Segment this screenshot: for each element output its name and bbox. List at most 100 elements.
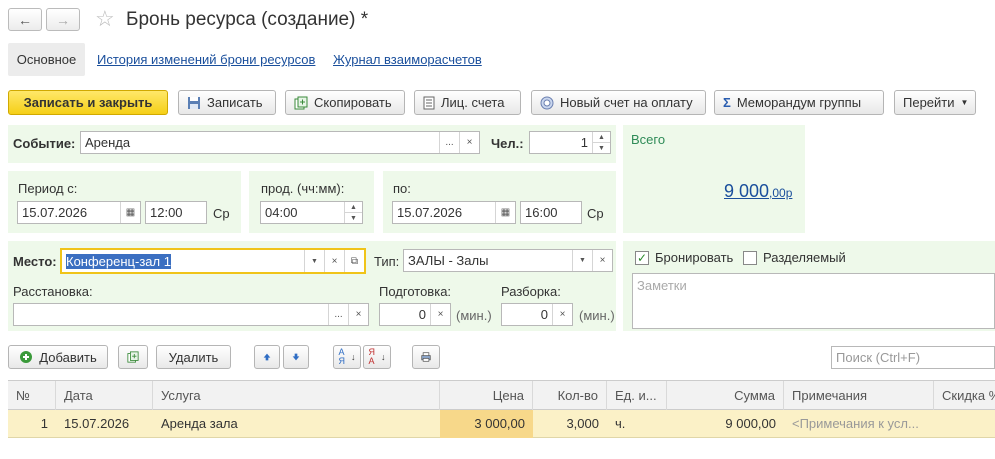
- type-label: Тип:: [374, 254, 400, 269]
- column-quantity[interactable]: Кол-во: [533, 381, 607, 411]
- page-title: Бронь ресурса (создание) *: [126, 9, 369, 30]
- period-from-time-field[interactable]: 12:00: [145, 201, 207, 224]
- move-down-button[interactable]: [283, 345, 309, 369]
- column-service[interactable]: Услуга: [153, 381, 440, 411]
- save-close-button[interactable]: Записать и закрыть: [8, 90, 168, 115]
- document-icon: [423, 96, 435, 109]
- calendar-icon[interactable]: ▦: [495, 202, 515, 223]
- column-sum[interactable]: Сумма: [667, 381, 784, 411]
- dropdown-arrow-icon: ▼: [960, 98, 969, 107]
- move-up-button[interactable]: [254, 345, 280, 369]
- print-icon: [421, 352, 431, 362]
- search-input[interactable]: Поиск (Ctrl+F): [831, 346, 995, 369]
- sort-asc-button[interactable]: А Я ↓: [333, 345, 361, 369]
- arrow-up-icon: [263, 353, 271, 361]
- clear-icon[interactable]: ×: [592, 250, 612, 271]
- column-discount[interactable]: Скидка %: [934, 381, 995, 411]
- teardown-field[interactable]: 0 ×: [501, 303, 573, 326]
- back-button[interactable]: ←: [8, 8, 42, 31]
- copy-row-button[interactable]: [118, 345, 148, 369]
- table-row[interactable]: 1 15.07.2026 Аренда зала 3 000,00 3,000 …: [8, 410, 995, 438]
- column-date[interactable]: Дата: [56, 381, 153, 411]
- persons-field[interactable]: 1 ▲ ▼: [529, 131, 611, 154]
- checkmark-icon: ✓: [635, 250, 649, 265]
- cell-unit: ч.: [615, 416, 626, 431]
- open-icon[interactable]: ⧉: [344, 250, 364, 272]
- cell-date: 15.07.2026: [64, 416, 130, 431]
- cell-sum: 9 000,00: [725, 416, 776, 431]
- period-from-weekday: Ср: [213, 206, 230, 221]
- place-label: Место:: [13, 254, 57, 269]
- dropdown-arrow-icon[interactable]: ▼: [572, 250, 592, 271]
- clear-icon[interactable]: ×: [348, 304, 368, 325]
- layout-field[interactable]: ... ×: [13, 303, 369, 326]
- column-unit[interactable]: Ед. и...: [607, 381, 667, 411]
- floppy-icon: [188, 96, 200, 109]
- shared-checkbox[interactable]: Разделяемый: [743, 250, 846, 265]
- place-field[interactable]: Конференц-зал 1 ▼ × ⧉: [60, 248, 366, 274]
- save-button[interactable]: Записать: [178, 90, 276, 115]
- add-button[interactable]: Добавить: [8, 345, 108, 369]
- clear-icon[interactable]: ×: [552, 304, 572, 325]
- delete-button[interactable]: Удалить: [156, 345, 231, 369]
- period-to-time-field[interactable]: 16:00: [520, 201, 582, 224]
- period-to-weekday: Ср: [587, 206, 604, 221]
- cell-price[interactable]: 3 000,00: [440, 410, 533, 438]
- ellipsis-icon[interactable]: ...: [439, 132, 459, 153]
- goto-menu-button[interactable]: Перейти ▼: [894, 90, 976, 115]
- total-amount[interactable]: 9 000,00р: [724, 181, 792, 202]
- favorite-star-icon[interactable]: ☆: [95, 6, 115, 32]
- print-button[interactable]: [412, 345, 440, 369]
- clear-icon[interactable]: ×: [324, 250, 344, 272]
- sigma-icon: Σ: [723, 95, 731, 110]
- type-field[interactable]: ЗАЛЫ - Залы ▼ ×: [403, 249, 613, 272]
- period-to-date-field[interactable]: 15.07.2026 ▦: [392, 201, 516, 224]
- prep-label: Подготовка:: [379, 284, 452, 299]
- copy-button[interactable]: Скопировать: [285, 90, 405, 115]
- clear-icon[interactable]: ×: [459, 132, 479, 153]
- persons-stepper[interactable]: ▲ ▼: [592, 132, 610, 153]
- period-from-label: Период с:: [18, 181, 78, 196]
- calendar-icon[interactable]: ▦: [120, 202, 140, 223]
- add-icon: [20, 351, 33, 363]
- prep-unit: (мин.): [456, 308, 492, 323]
- tab-history[interactable]: История изменений брони ресурсов: [97, 52, 315, 67]
- forward-button[interactable]: →: [46, 8, 80, 31]
- period-from-date-field[interactable]: 15.07.2026 ▦: [17, 201, 141, 224]
- total-label: Всего: [631, 132, 666, 147]
- cell-quantity: 3,000: [566, 416, 599, 431]
- duration-label: прод. (чч:мм):: [261, 181, 345, 196]
- tab-settlements[interactable]: Журнал взаиморасчетов: [333, 52, 482, 67]
- book-checkbox[interactable]: ✓ Бронировать: [635, 250, 733, 265]
- sort-asc-icon: АЯ: [338, 347, 346, 366]
- copy-icon: [294, 96, 308, 109]
- accounts-button[interactable]: Лиц. счета: [414, 90, 521, 115]
- copy-icon: [127, 351, 139, 363]
- event-field[interactable]: Аренда ... ×: [80, 131, 480, 154]
- prep-field[interactable]: 0 ×: [379, 303, 451, 326]
- invoice-icon: [540, 96, 554, 109]
- dropdown-arrow-icon[interactable]: ▼: [304, 250, 324, 272]
- tab-main[interactable]: Основное: [8, 43, 85, 76]
- new-invoice-button[interactable]: Новый счет на оплату: [531, 90, 706, 115]
- ellipsis-icon[interactable]: ...: [328, 304, 348, 325]
- column-notes[interactable]: Примечания: [784, 381, 934, 411]
- event-label: Событие:: [13, 136, 76, 151]
- cell-discount: [934, 410, 995, 438]
- duration-field[interactable]: 04:00 ▲ ▼: [260, 201, 363, 224]
- duration-stepper[interactable]: ▲ ▼: [344, 202, 362, 223]
- notes-field[interactable]: Заметки: [632, 273, 995, 329]
- layout-label: Расстановка:: [13, 284, 93, 299]
- period-to-label: по:: [393, 181, 411, 196]
- sort-desc-button[interactable]: Я А ↓: [363, 345, 391, 369]
- clear-icon[interactable]: ×: [430, 304, 450, 325]
- group-memo-button[interactable]: Σ Меморандум группы: [714, 90, 884, 115]
- column-price[interactable]: Цена: [440, 381, 533, 411]
- sort-desc-icon: ЯА: [368, 347, 376, 366]
- column-number[interactable]: №: [8, 381, 56, 411]
- cell-service: Аренда зала: [161, 416, 238, 431]
- arrow-down-icon: [292, 353, 300, 361]
- cell-number: 1: [40, 416, 48, 431]
- teardown-unit: (мин.): [579, 308, 615, 323]
- arrow-left-icon: ←: [18, 11, 32, 28]
